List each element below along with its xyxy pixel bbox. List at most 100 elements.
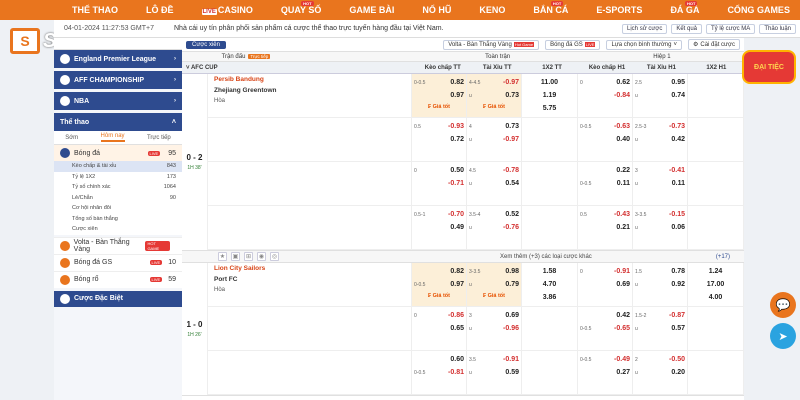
odds-value[interactable]: -0.76 — [503, 224, 519, 231]
odds-value[interactable]: 0.27 — [616, 369, 630, 376]
odds-value[interactable]: 0.82 — [450, 79, 464, 86]
sidebar-game-item[interactable]: Bóng rổ LIVE 59 — [54, 270, 182, 288]
odds-value[interactable] — [690, 208, 741, 221]
odds-value[interactable]: 11.00 — [524, 76, 575, 89]
handicap-half[interactable]: 0-0.5 -0.49 0.27 — [578, 351, 633, 394]
market-item[interactable]: Cược xiên — [54, 224, 182, 235]
handicap-half[interactable]: 0.22 0-0.5 0.11 — [578, 162, 633, 205]
market-item[interactable]: Lẻ/Chẵn 90 — [54, 193, 182, 204]
sidebar-game-item[interactable]: Volta - Bàn Thắng Vàng HOT GAME — [54, 236, 182, 254]
odds-value[interactable]: -0.15 — [669, 211, 685, 218]
odds-value[interactable]: 1.58 — [524, 265, 575, 278]
star-icon[interactable]: ★ — [218, 252, 227, 261]
odds-value[interactable]: -0.86 — [448, 312, 464, 319]
odds-value[interactable]: -0.73 — [669, 123, 685, 130]
over-under-half[interactable]: 3 -0.41 u 0.11 — [633, 162, 688, 205]
1x2-half[interactable] — [688, 162, 744, 205]
odds-value[interactable]: 0.40 — [616, 136, 630, 143]
handicap-half[interactable]: 0 0.62 -0.84 — [578, 74, 633, 117]
odds-value[interactable]: 0.98 — [505, 268, 519, 275]
odds-value[interactable] — [690, 353, 741, 366]
odds-value[interactable]: -0.91 — [614, 268, 630, 275]
odds-value[interactable] — [524, 208, 575, 221]
odds-value[interactable]: 0.11 — [672, 180, 685, 187]
1x2-half[interactable] — [688, 118, 744, 161]
odds-value[interactable] — [524, 309, 575, 322]
more-count[interactable]: (+17) — [716, 254, 730, 260]
handicap-half[interactable]: 0-0.5 -0.63 0.40 — [578, 118, 633, 161]
market-item[interactable]: Kèo chấp & tài xỉu 843 — [54, 161, 182, 172]
match-teams[interactable]: Lion City Sailors Port FC Hòa — [208, 263, 412, 306]
handicap-full[interactable]: 0 -0.86 0.65 — [412, 307, 467, 350]
more-bets-link[interactable]: Xem thêm (+3) các loại cược khác — [500, 254, 592, 260]
odds-value[interactable] — [690, 89, 741, 102]
odds-value[interactable] — [524, 234, 575, 247]
over-under-full[interactable]: 4.5 -0.78 u 0.54 — [467, 162, 522, 205]
odds-value[interactable]: 0.82 — [450, 268, 464, 275]
odds-value[interactable]: 0.06 — [671, 224, 685, 231]
odds-value[interactable]: 0.54 — [505, 180, 519, 187]
over-under-full[interactable]: 4 0.73 u -0.97 — [467, 118, 522, 161]
odds-value[interactable] — [524, 335, 575, 348]
odds-value[interactable]: 0.79 — [505, 281, 519, 288]
odds-value[interactable]: 0.74 — [671, 92, 685, 99]
odds-value[interactable]: -0.50 — [669, 356, 685, 363]
combo-bet-button[interactable]: Cược xiên — [186, 40, 226, 49]
market-item[interactable]: Tỷ lệ 1X2 173 — [54, 172, 182, 183]
market-item[interactable]: Tổng số bàn thắng — [54, 214, 182, 225]
odds-value[interactable]: -0.43 — [614, 211, 630, 218]
odds-value[interactable]: 0.65 — [450, 325, 464, 332]
nav-item-0[interactable]: THỂ THAO — [58, 5, 132, 15]
odds-value[interactable]: 0.78 — [671, 268, 685, 275]
odds-value[interactable]: 0.69 — [505, 312, 519, 319]
discussion-button[interactable]: Thảo luận — [759, 23, 796, 34]
settings-button[interactable]: ⚙ Cài đặt cược — [687, 39, 740, 50]
odds-value[interactable] — [690, 379, 741, 392]
odds-value[interactable]: -0.96 — [503, 325, 519, 332]
odds-value[interactable]: 4.00 — [690, 291, 741, 304]
odds-value[interactable]: 0.97 — [450, 281, 464, 288]
sidebar-league-nba[interactable]: NBA › — [54, 92, 182, 110]
1x2-half[interactable] — [688, 206, 744, 249]
handicap-full[interactable]: 0 0.50 -0.71 — [412, 162, 467, 205]
odds-value[interactable] — [524, 164, 575, 177]
odds-value[interactable] — [690, 221, 741, 234]
odds-value[interactable] — [524, 221, 575, 234]
1x2-full[interactable]: 11.00 1.19 5.75 — [522, 74, 578, 117]
odds-value[interactable] — [690, 322, 741, 335]
over-under-half[interactable]: 3-3.5 -0.15 u 0.06 — [633, 206, 688, 249]
nav-item-6[interactable]: KENO — [465, 5, 519, 15]
1x2-full[interactable] — [522, 162, 578, 205]
odds-value[interactable] — [690, 164, 741, 177]
odds-value[interactable] — [690, 133, 741, 146]
odds-value[interactable] — [690, 309, 741, 322]
odds-value[interactable]: -0.41 — [669, 167, 685, 174]
grid-icon[interactable]: ⊞ — [244, 252, 253, 261]
nav-item-2[interactable]: LIVE CASINO — [188, 5, 267, 15]
over-under-half[interactable]: 2.5-3 -0.73 u 0.42 — [633, 118, 688, 161]
handicap-full[interactable]: 0.5-1 -0.70 0.49 — [412, 206, 467, 249]
odds-value[interactable]: -0.84 — [614, 92, 630, 99]
odds-value[interactable]: 0.73 — [505, 123, 519, 130]
nav-item-1[interactable]: LÔ ĐỀ — [132, 5, 188, 15]
1x2-full[interactable]: 1.58 4.70 3.86 — [522, 263, 578, 306]
odds-value[interactable] — [690, 366, 741, 379]
over-under-full[interactable]: 3 0.69 u -0.96 — [467, 307, 522, 350]
odds-value[interactable]: 0.69 — [616, 281, 630, 288]
nav-item-5[interactable]: NỔ HŨ — [408, 5, 465, 15]
odds-value[interactable]: -0.97 — [503, 79, 519, 86]
odds-value[interactable]: 0.62 — [616, 79, 630, 86]
chat-button[interactable]: 💬 — [770, 292, 796, 318]
odds-value[interactable] — [524, 133, 575, 146]
odds-value[interactable]: -0.81 — [448, 369, 464, 376]
odds-value[interactable] — [524, 177, 575, 190]
odds-value[interactable] — [524, 322, 575, 335]
odds-value[interactable]: -0.91 — [503, 356, 519, 363]
odds-value[interactable]: -0.97 — [503, 136, 519, 143]
over-under-half[interactable]: 2.5 0.95 u 0.74 — [633, 74, 688, 117]
1x2-half[interactable] — [688, 74, 744, 117]
handicap-half[interactable]: 0 -0.91 0.69 — [578, 263, 633, 306]
odds-value[interactable] — [690, 190, 741, 203]
odds-value[interactable]: 0.21 — [616, 224, 630, 231]
sports-panel-title[interactable]: Thể thao ˄ — [54, 113, 182, 131]
